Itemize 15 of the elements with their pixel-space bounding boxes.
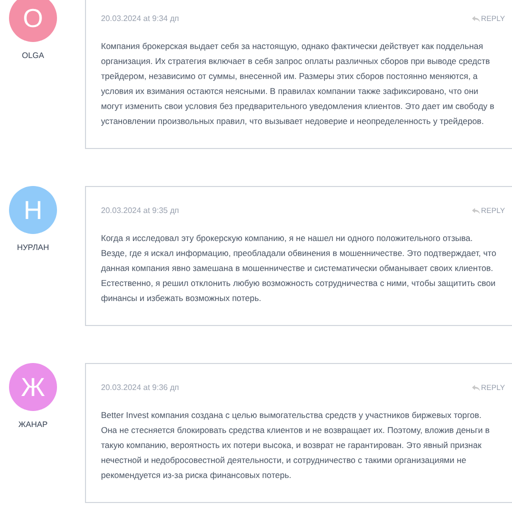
comment-text: Better Invest компания создана с целью вымогательства средств у участников биржевых торгов. Она не стесняется блокировать средства клиентов и не возвращает их. Поэтому, вложив деньги в такую компанию, вероятность их потери высока, и возврат не гарантирован. Это явный признак нечестной и недобросовестной деятельности, и сотрудничество с такими организациями не рекомендуется из-за риска финансовых потерь. <box>101 409 491 482</box>
reply-icon <box>472 16 480 22</box>
reply-icon <box>472 208 480 214</box>
comment-text: Когда я исследовал эту брокерскую компанию, я не нашел ни одного положительного отзыва. Везде, где я искал информацию, преобладали обвинения в мошенничестве. Это подтверждает, что данная компания явно замешана в мошенничестве и систематически обманывает своих клиентов. Естественно, я решил отклонить любую возможность сотрудничества с ними, чтобы защитить свои финансы и избежать возможных потерь. <box>101 232 498 305</box>
avatar: Н <box>9 186 57 234</box>
author-name: НУРЛАН <box>16 242 50 254</box>
comment-date: 20.03.2024 at 9:34 дп <box>101 13 179 25</box>
avatar: O <box>9 0 57 42</box>
reply-icon <box>472 385 480 391</box>
author-name: OLGA <box>22 50 44 62</box>
comment-text: Компания брокерская выдает себя за настоящую, однако фактически действует как поддельная организация. Их стратегия включает в себя запрос оплаты различных сборов при выводе средств трейдером, независимо от суммы, внесенной им. Размеры этих сборов постоянно меняются, а условия их взимания остаются неясными. В правилах компании также зафиксировано, что они могут изменить свои условия без предварительного уведомления клиентов. Это дает им свободу в установлении произвольных правил, что вызывает недоверие и неопределенность у трейдеров. <box>101 40 496 128</box>
comment-date: 20.03.2024 at 9:36 дп <box>101 382 179 394</box>
avatar: Ж <box>9 363 57 411</box>
comment-date: 20.03.2024 at 9:35 дп <box>101 205 179 217</box>
author-name: ЖАНАР <box>18 419 48 431</box>
